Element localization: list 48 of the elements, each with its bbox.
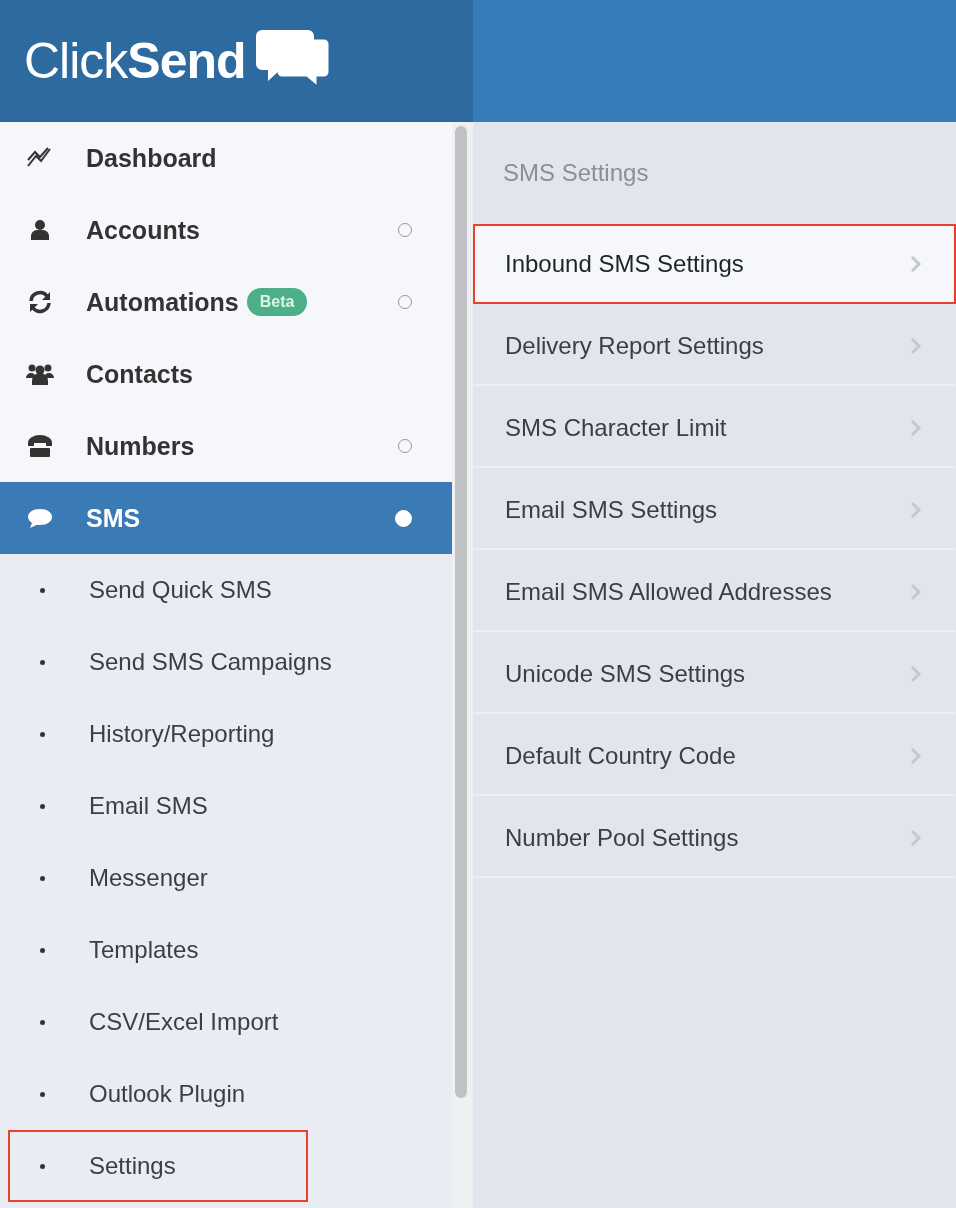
menu-row[interactable]: SMS Character Limit xyxy=(473,388,956,468)
menu-row[interactable]: Email SMS Allowed Addresses xyxy=(473,552,956,632)
bullet-icon xyxy=(40,1163,45,1169)
sidebar-item[interactable]: Accounts xyxy=(0,194,452,266)
chevron-right-icon xyxy=(910,665,922,683)
chevron-right-icon xyxy=(910,829,922,847)
bullet-icon xyxy=(40,659,45,665)
bullet-icon xyxy=(40,1019,45,1025)
bullet-icon xyxy=(40,803,45,809)
sidebar-item[interactable]: Numbers xyxy=(0,410,452,482)
bullet-icon xyxy=(40,947,45,953)
section-title: SMS Settings xyxy=(502,158,650,188)
chevron-right-icon xyxy=(910,419,922,437)
phone-icon xyxy=(26,434,54,458)
menu-row[interactable]: Delivery Report Settings xyxy=(473,306,956,386)
submenu-item[interactable]: History/Reporting xyxy=(8,698,308,770)
submenu-item[interactable]: Send SMS Campaigns xyxy=(8,626,346,698)
chevron-right-icon xyxy=(910,337,922,355)
menu-row[interactable]: Email SMS Settings xyxy=(473,470,956,550)
submenu-item[interactable]: Outlook Plugin xyxy=(8,1058,308,1130)
sidebar-item[interactable]: SMS xyxy=(0,482,452,554)
refresh-icon xyxy=(26,290,54,314)
chevron-right-icon xyxy=(910,747,922,765)
submenu-item[interactable]: Templates xyxy=(8,914,308,986)
sidebar-item[interactable]: Dashboard xyxy=(0,122,452,194)
submenu-item[interactable]: Messenger xyxy=(8,842,308,914)
chevron-right-icon xyxy=(910,501,922,519)
users-icon xyxy=(26,362,54,386)
scrollbar-thumb[interactable] xyxy=(455,126,467,1098)
bullet-icon xyxy=(40,1091,45,1097)
bullet-icon xyxy=(40,731,45,737)
beta-badge: Beta xyxy=(246,288,308,316)
chevron-right-icon xyxy=(910,583,922,601)
chevron-right-icon xyxy=(910,255,922,273)
menu-row[interactable]: Number Pool Settings xyxy=(473,798,956,878)
menu-row[interactable]: Inbound SMS Settings xyxy=(473,224,956,304)
sidebar-item[interactable]: Automations Beta xyxy=(0,266,452,338)
submenu-item[interactable]: Email SMS xyxy=(8,770,308,842)
bullet-icon xyxy=(40,587,45,593)
sidebar-item[interactable]: Contacts xyxy=(0,338,452,410)
chat-bubble-icon xyxy=(26,506,54,530)
submenu-item[interactable]: Settings xyxy=(8,1130,308,1202)
bullet-icon xyxy=(40,875,45,881)
submenu-item[interactable]: CSV/Excel Import xyxy=(8,986,308,1058)
logo-text[interactable]: ClickSend xyxy=(24,32,246,90)
menu-row[interactable]: Default Country Code xyxy=(473,716,956,796)
submenu-item[interactable]: Send Quick SMS xyxy=(8,554,308,626)
menu-row[interactable]: Unicode SMS Settings xyxy=(473,634,956,714)
